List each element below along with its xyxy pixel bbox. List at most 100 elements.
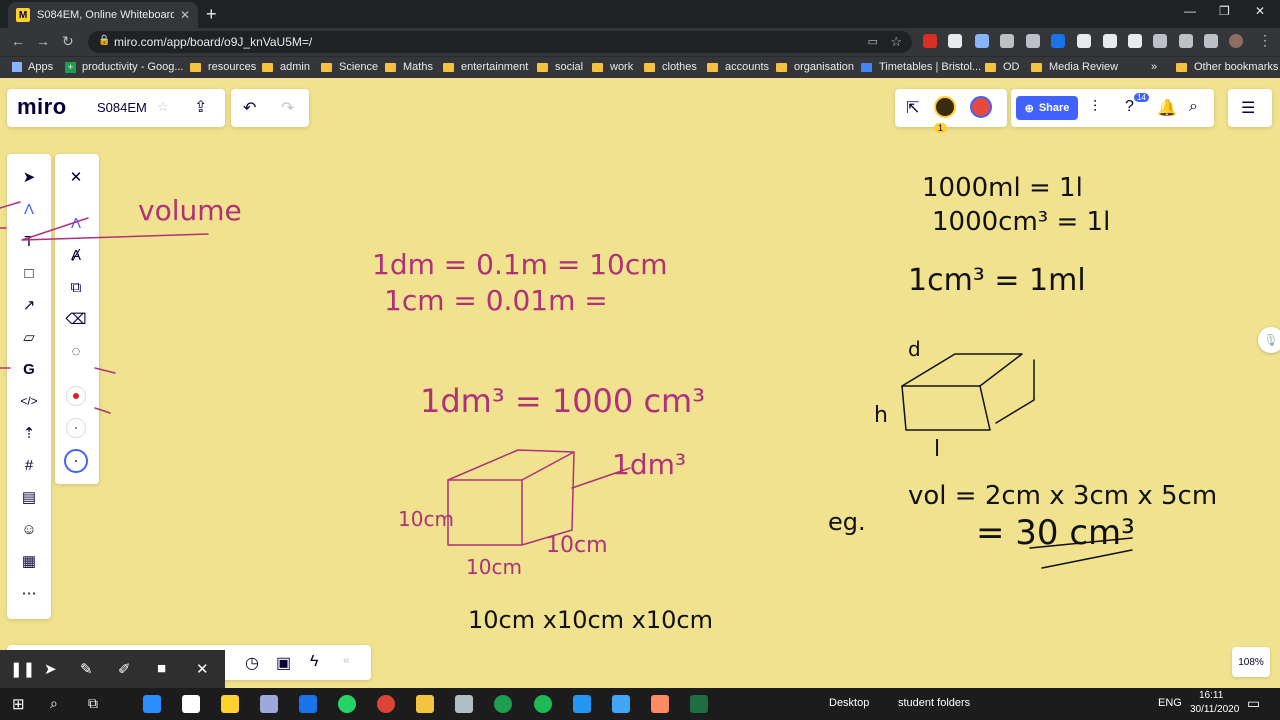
close-window-button[interactable]: ✕ — [1255, 4, 1265, 18]
tab-title: S084EM, Online Whiteboard for V — [37, 9, 174, 21]
menu-kebab-icon[interactable]: ⋮ — [1258, 32, 1272, 49]
page-icon — [861, 62, 872, 72]
browser-tab[interactable]: M S084EM, Online Whiteboard for V ✕ — [8, 2, 198, 28]
extension-icon[interactable] — [923, 34, 937, 48]
bookmark-social[interactable]: social — [537, 61, 583, 73]
close-tab-icon[interactable]: ✕ — [180, 8, 190, 22]
extension-icon[interactable] — [1000, 34, 1014, 48]
app-icon[interactable] — [260, 695, 278, 713]
folder-icon — [707, 62, 718, 72]
windows-start-icon[interactable]: ⊞ — [12, 695, 25, 713]
bookmark-od[interactable]: OD — [985, 61, 1020, 73]
bookmark-entertainment[interactable]: entertainment — [443, 61, 528, 73]
zoom-app-icon[interactable] — [143, 695, 161, 713]
url-text: miro.com/app/board/o9J_knVaU5M=/ — [114, 35, 313, 49]
bookmark-work[interactable]: work — [592, 61, 633, 73]
product-expression: 10cm x10cm x10cm — [468, 606, 713, 634]
app-icon[interactable] — [573, 695, 591, 713]
new-tab-button[interactable]: + — [206, 4, 217, 25]
puzzle-extensions-icon[interactable] — [1179, 34, 1193, 48]
bookmarks-overflow[interactable]: » — [1151, 61, 1157, 73]
app-icon[interactable] — [612, 695, 630, 713]
extension-icon[interactable] — [1204, 34, 1218, 48]
forward-arrow-icon[interactable]: → — [36, 33, 50, 49]
task-view-icon[interactable]: ⧉ — [88, 695, 98, 712]
bookmark-media-review[interactable]: Media Review — [1031, 61, 1118, 73]
student-folders-toolbar[interactable]: student folders — [898, 697, 970, 709]
cube-side-left: 10cm — [398, 507, 454, 531]
volume-result: = 30 cm³ — [976, 513, 1135, 553]
box-depth-label: d — [908, 337, 921, 361]
bookmark-science[interactable]: Science — [321, 61, 378, 73]
box-length-label: l — [934, 437, 940, 462]
address-bar[interactable]: 🔒 miro.com/app/board/o9J_knVaU5M=/ ▭ ☆ — [88, 31, 912, 53]
bookmark-other[interactable]: Other bookmarks — [1176, 61, 1278, 73]
minimize-button[interactable]: — — [1184, 4, 1196, 18]
handwritten-notes: volume 1dm = 0.1m = 10cm 1cm = 0.01m = 1… — [0, 173, 1217, 634]
miro-favicon-icon: M — [16, 8, 30, 22]
extension-icon[interactable] — [1153, 34, 1167, 48]
extension-icon[interactable] — [1128, 34, 1142, 48]
extension-icon[interactable] — [1077, 34, 1091, 48]
lock-icon: 🔒 — [98, 35, 111, 46]
cube-side-right: 10cm — [546, 533, 608, 558]
miro-app-icon[interactable] — [221, 695, 239, 713]
bookmark-admin[interactable]: admin — [262, 61, 310, 73]
cast-icon[interactable]: ▭ — [868, 35, 878, 48]
folder-icon — [262, 62, 273, 72]
clock-date[interactable]: 30/11/2020 — [1190, 704, 1239, 715]
cm-equation: 1cm = 0.01m = — [384, 284, 608, 317]
notion-app-icon[interactable] — [182, 695, 200, 713]
browser-tab-strip: M S084EM, Online Whiteboard for V ✕ + — … — [0, 0, 1280, 28]
close-annotation-icon[interactable]: ✕ — [196, 660, 209, 678]
reload-icon[interactable]: ↻ — [62, 33, 74, 50]
bookmark-maths[interactable]: Maths — [385, 61, 433, 73]
bookmark-clothes[interactable]: clothes — [644, 61, 697, 73]
folder-icon — [321, 62, 332, 72]
search-icon[interactable]: ⌕ — [50, 695, 58, 712]
folder-icon — [776, 62, 787, 72]
bookmark-timetables[interactable]: Timetables | Bristol... — [861, 61, 981, 73]
profile-avatar[interactable] — [1229, 34, 1243, 48]
camera-icon[interactable]: ■ — [157, 660, 166, 677]
maximize-button[interactable]: ❐ — [1219, 4, 1230, 18]
spotify-icon[interactable] — [534, 695, 552, 713]
pause-icon[interactable]: ❚❚ — [10, 660, 35, 678]
extension-icon[interactable] — [1103, 34, 1117, 48]
whatsapp-icon[interactable] — [338, 695, 356, 713]
app-icon[interactable] — [494, 695, 512, 713]
pointer-icon[interactable]: ➤ — [44, 660, 57, 678]
draw-pen-icon[interactable]: ✎ — [80, 660, 93, 678]
desktop-toolbar[interactable]: Desktop — [829, 697, 869, 709]
bookmark-resources[interactable]: resources — [190, 61, 256, 73]
app-icon[interactable] — [455, 695, 473, 713]
app-icon[interactable] — [651, 695, 669, 713]
dm-equation: 1dm = 0.1m = 10cm — [372, 248, 668, 281]
folder-icon — [1176, 62, 1187, 72]
bookmark-apps[interactable]: Apps — [12, 61, 53, 73]
extension-icon[interactable] — [975, 34, 989, 48]
back-arrow-icon[interactable]: ← — [11, 33, 25, 49]
extension-icon[interactable] — [948, 34, 962, 48]
file-explorer-icon[interactable] — [416, 695, 434, 713]
chrome-icon[interactable] — [377, 695, 395, 713]
folder-icon — [644, 62, 655, 72]
extension-icon[interactable] — [1026, 34, 1040, 48]
excel-icon[interactable] — [690, 695, 708, 713]
language-indicator[interactable]: ENG — [1158, 697, 1182, 709]
bookmark-accounts[interactable]: accounts — [707, 61, 769, 73]
extension-icon[interactable] — [1051, 34, 1065, 48]
cube-side-bottom: 10cm — [466, 555, 522, 579]
folder-icon — [1031, 62, 1042, 72]
bookmark-organisation[interactable]: organisation — [776, 61, 854, 73]
highlighter-pen-icon[interactable]: ✐ — [118, 660, 131, 678]
folder-icon — [592, 62, 603, 72]
cube-volume-label: 1dm³ — [612, 448, 686, 481]
todo-app-icon[interactable] — [299, 695, 317, 713]
notification-center-icon[interactable]: ▭ — [1247, 695, 1260, 712]
bookmark-productivity[interactable]: + productivity - Goog... — [65, 61, 184, 73]
example-label: eg. — [828, 508, 866, 536]
dm3-equation: 1dm³ = 1000 cm³ — [420, 382, 705, 420]
clock-time[interactable]: 16:11 — [1199, 690, 1223, 701]
bookmark-star-icon[interactable]: ☆ — [890, 34, 902, 50]
